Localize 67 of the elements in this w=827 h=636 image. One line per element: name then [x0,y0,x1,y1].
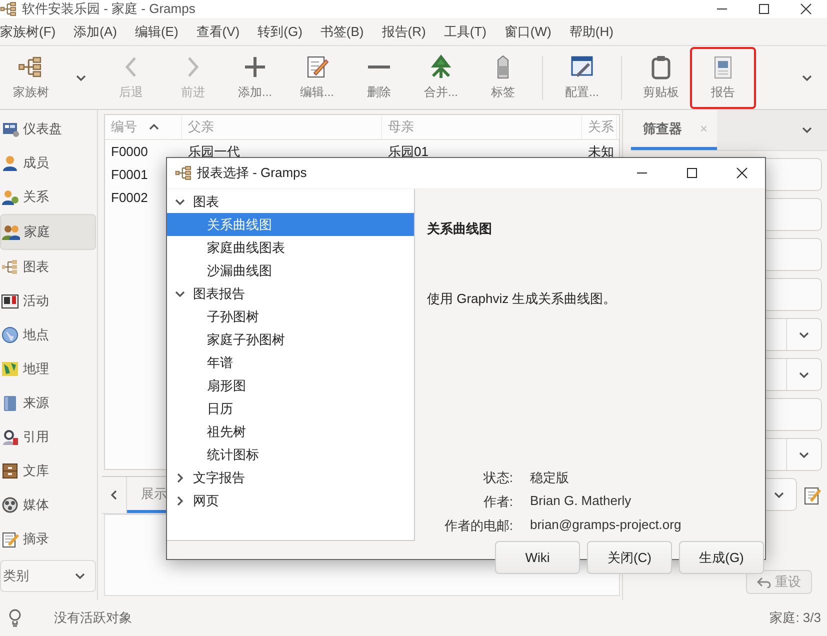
info-value: 稳定版 [530,469,570,487]
menu-item[interactable]: 帮助(H) [560,22,622,40]
tab[interactable]: 筛查器 × [631,110,717,150]
tree-item[interactable]: 沙漏曲线图 [167,259,414,282]
sidebar-item[interactable]: 地点 [0,318,96,352]
menu-item[interactable]: 查看(V) [187,22,249,40]
tree-item[interactable]: 图表 [167,190,414,213]
toolbar-button[interactable]: 报告 [692,48,754,106]
toolbar-button[interactable]: 编辑... [286,48,348,106]
sidebar-item[interactable]: 地理 [0,352,96,386]
sidebar-item[interactable]: 家庭 [0,214,96,250]
tree-item[interactable]: 家庭曲线图表 [167,236,414,259]
toolbar-button[interactable]: 标签 [472,48,534,106]
sidebar-item[interactable]: 来源 [0,386,96,420]
toolbar-button[interactable]: 家族树 [0,48,62,106]
status-count: 家庭: 3/3 [770,609,821,627]
table-cell: F0000 [111,144,148,159]
info-label: 作者: [482,493,513,511]
tree-item[interactable]: 年谱 [167,351,414,374]
tree-item[interactable]: 图表报告 [167,282,414,305]
toolbar-button[interactable]: 添加... [224,48,286,106]
tree-item[interactable]: 扇形图 [167,374,414,397]
info-label: 作者的电邮: [443,517,513,535]
tree-item[interactable]: 子孙图树 [167,305,414,328]
sidebar-item[interactable]: 文库 [0,454,96,488]
report-title: 关系曲线图 [427,220,493,238]
category-dropdown[interactable]: 类别 [0,560,96,592]
window-title: 软件安装乐园 - 家庭 - Gramps [22,0,196,18]
table-cell: 乐园一代 [188,142,240,160]
sidebar-item[interactable]: 活动 [0,284,96,318]
menu-item[interactable]: 报告(R) [372,22,435,40]
toolbar-button[interactable]: 剪贴板 [630,48,692,106]
menu-item[interactable]: 编辑(E) [126,22,188,40]
dialog-button[interactable]: 关闭(C) [587,541,672,574]
sidebar-item[interactable]: 仪表盘 [0,112,96,146]
sidebar-item[interactable]: 摘录 [0,522,96,556]
menu-item[interactable]: 添加(A) [64,22,126,40]
table-cell: 乐园01 [388,142,428,160]
info-value: Brian G. Matherly [530,493,632,510]
menu-item[interactable]: 工具(T) [434,22,496,40]
tree-item[interactable]: 日历 [167,397,414,420]
sidebar-item[interactable]: 成员 [0,146,96,180]
tree-item[interactable]: 统计图标 [167,443,414,466]
tree-item[interactable]: 关系曲线图 [167,213,414,236]
menu-item[interactable]: 窗口(W) [495,22,560,40]
toolbar-button[interactable]: 合并... [410,48,472,106]
table-cell: F0001 [111,167,148,182]
menu-item[interactable]: 书签(B) [311,22,373,40]
info-value: brian@gramps-project.org [530,517,682,534]
status-message: 没有活跃对象 [54,609,133,627]
tree-item[interactable]: 家庭子孙图树 [167,328,414,351]
sidebar-item[interactable]: 引用 [0,420,96,454]
toolbar-button[interactable]: 配置... [551,48,613,106]
dialog-button[interactable]: Wiki [495,541,580,574]
dialog-button[interactable]: 生成(G) [679,541,764,574]
sidebar-item[interactable]: 媒体 [0,488,96,522]
menu-item[interactable]: 家族树(F) [0,22,65,40]
report-description: 使用 Graphviz 生成关系曲线图。 [427,290,618,308]
toolbar-button[interactable]: 删除 [348,48,410,106]
dialog-title: 报表选择 - Gramps [197,164,308,182]
sidebar-item[interactable]: 关系 [0,180,96,214]
table-cell: 未知 [588,142,614,160]
menu-item[interactable]: 转到(G) [248,22,312,40]
info-label: 状态: [482,469,513,487]
tree-item[interactable]: 祖先树 [167,420,414,443]
table-cell: F0002 [111,190,148,205]
sidebar-item[interactable]: 图表 [0,250,96,284]
